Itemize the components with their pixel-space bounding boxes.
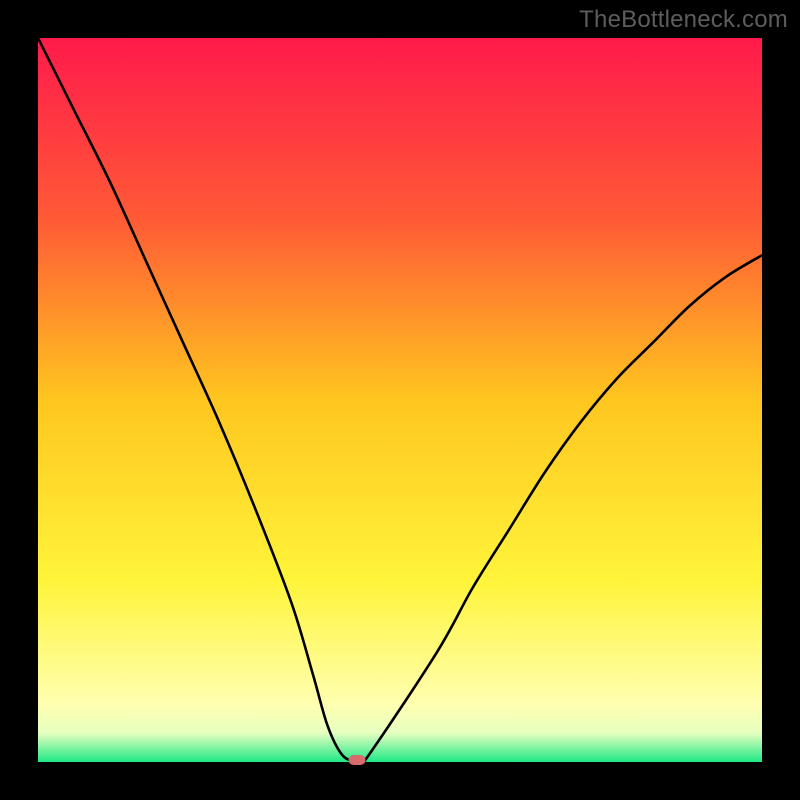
watermark-text: TheBottleneck.com	[579, 6, 788, 34]
bottleneck-curve	[38, 38, 762, 762]
plot-area	[38, 38, 762, 762]
chart-frame: TheBottleneck.com	[0, 0, 800, 800]
curve-svg	[38, 38, 762, 762]
optimum-marker	[348, 755, 365, 765]
